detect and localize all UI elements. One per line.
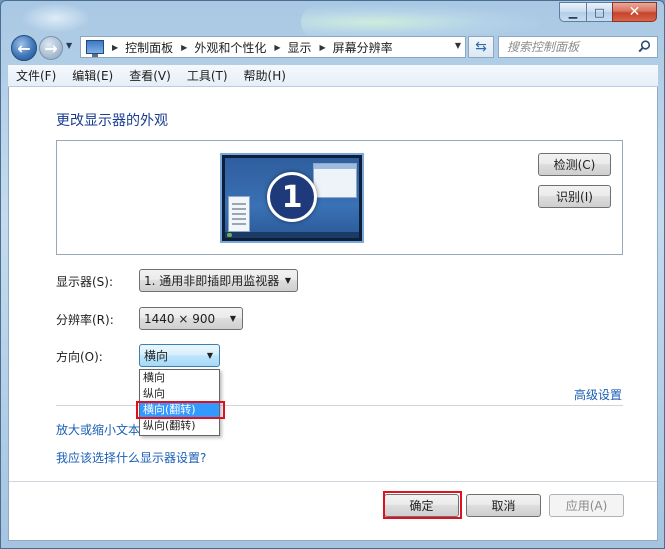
address-bar[interactable]: ▶ 控制面板 ▶ 外观和个性化 ▶ 显示 ▶ 屏幕分辨率 ▼: [80, 36, 466, 58]
cancel-button[interactable]: 取消: [466, 494, 541, 517]
ok-highlight-annotation: [383, 491, 462, 519]
recent-pages-dropdown-icon[interactable]: ▼: [66, 41, 72, 50]
chevron-down-icon: ▼: [229, 314, 236, 323]
minimize-icon: ▁: [568, 5, 578, 19]
zoom-text-link[interactable]: 放大或缩小文本: [56, 421, 140, 438]
breadcrumb-appearance[interactable]: 外观和个性化: [194, 39, 266, 56]
display-preview: 1 检测(C) 识别(I): [56, 140, 623, 255]
search-box: [498, 36, 658, 58]
detect-button[interactable]: 检测(C): [538, 153, 611, 176]
forward-arrow-icon: →: [44, 38, 58, 58]
address-dropdown-icon[interactable]: ▼: [455, 41, 461, 50]
orientation-label: 方向(O):: [56, 350, 103, 364]
resolution-select[interactable]: 1440 × 900 ▼: [139, 307, 243, 330]
display-help-link[interactable]: 我应该选择什么显示器设置?: [56, 449, 206, 466]
breadcrumb-control-panel[interactable]: 控制面板: [125, 39, 173, 56]
resolution-select-value: 1440 × 900: [144, 311, 216, 326]
orientation-select[interactable]: 横向 ▼: [139, 344, 220, 367]
window-thumbnail-icon: [313, 163, 357, 198]
back-arrow-icon: ←: [17, 38, 31, 58]
document-thumbnail-icon: [228, 196, 250, 232]
display-select[interactable]: 1. 通用非即插即用监视器 ▼: [139, 269, 298, 292]
chevron-down-icon: ▼: [206, 351, 213, 360]
resolution-label: 分辨率(R):: [56, 313, 114, 327]
minimize-button[interactable]: ▁: [559, 2, 586, 22]
breadcrumb-screen-resolution[interactable]: 屏幕分辨率: [333, 39, 393, 56]
menu-edit[interactable]: 编辑(E): [72, 67, 113, 84]
content-pane: 更改显示器的外观 1 检测(C) 识别(I) 显示器(S): 1. 通用非即插即…: [8, 87, 658, 541]
close-button[interactable]: ✕: [612, 2, 657, 22]
taskbar-thumbnail: [225, 232, 359, 238]
close-icon: ✕: [628, 4, 641, 20]
footer-divider: [9, 481, 657, 482]
refresh-button[interactable]: ⇆: [468, 36, 494, 58]
window-frame: ▁ □ ✕ ← → ▼ ▶ 控制面板 ▶ 外观和个性化 ▶ 显示 ▶ 屏幕分辨率…: [0, 0, 665, 549]
menu-file[interactable]: 文件(F): [16, 67, 56, 84]
breadcrumb-display[interactable]: 显示: [288, 39, 312, 56]
page-title: 更改显示器的外观: [56, 113, 168, 129]
display-select-value: 1. 通用非即插即用监视器: [144, 274, 280, 288]
orientation-option-portrait-flipped[interactable]: 纵向(翻转): [140, 418, 219, 434]
apply-button[interactable]: 应用(A): [549, 494, 624, 517]
menu-view[interactable]: 查看(V): [129, 67, 171, 84]
highlight-annotation: [136, 401, 225, 419]
breadcrumb-separator-icon[interactable]: ▶: [274, 43, 280, 52]
control-panel-icon: [86, 40, 104, 57]
breadcrumb: ▶ 控制面板 ▶ 外观和个性化 ▶ 显示 ▶ 屏幕分辨率: [104, 39, 393, 56]
breadcrumb-separator-icon[interactable]: ▶: [320, 43, 326, 52]
menu-help[interactable]: 帮助(H): [244, 67, 286, 84]
monitor-number-badge: 1: [267, 172, 317, 222]
identify-button[interactable]: 识别(I): [538, 185, 611, 208]
chevron-down-icon: ▼: [284, 276, 291, 285]
back-button[interactable]: ←: [11, 35, 37, 61]
maximize-button[interactable]: □: [586, 2, 612, 22]
orientation-option-landscape[interactable]: 横向: [140, 370, 219, 386]
advanced-settings-link[interactable]: 高级设置: [574, 386, 622, 403]
caption-buttons: ▁ □ ✕: [559, 2, 657, 22]
breadcrumb-separator-icon[interactable]: ▶: [181, 43, 187, 52]
menu-bar: 文件(F) 编辑(E) 查看(V) 工具(T) 帮助(H): [8, 65, 658, 87]
navigation-bar: ← → ▼ ▶ 控制面板 ▶ 外观和个性化 ▶ 显示 ▶ 屏幕分辨率 ▼ ⇆: [8, 33, 658, 61]
orientation-select-value: 横向: [144, 349, 169, 363]
orientation-option-portrait[interactable]: 纵向: [140, 386, 219, 402]
maximize-icon: □: [594, 5, 605, 19]
search-input[interactable]: [507, 40, 637, 54]
forward-button[interactable]: →: [39, 36, 63, 60]
breadcrumb-separator-icon[interactable]: ▶: [112, 43, 118, 52]
menu-tools[interactable]: 工具(T): [187, 67, 228, 84]
monitor-thumbnail[interactable]: 1: [220, 153, 364, 243]
refresh-icon: ⇆: [475, 39, 487, 55]
display-label: 显示器(S):: [56, 275, 114, 289]
search-icon[interactable]: [638, 40, 651, 53]
